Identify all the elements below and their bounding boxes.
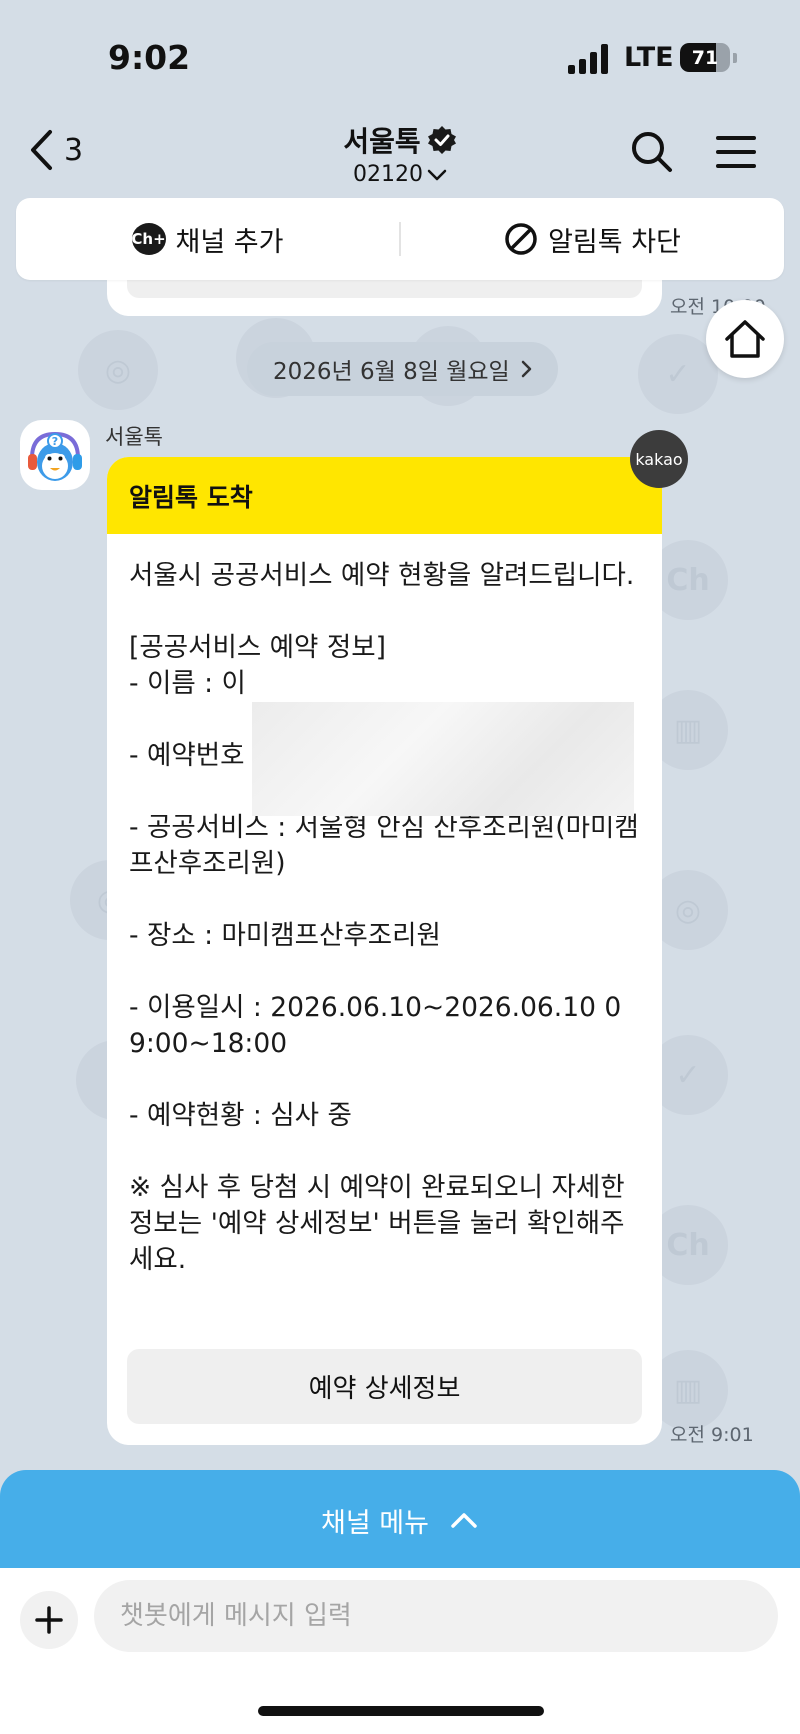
reservation-detail-label: 예약 상세정보 [308,1374,461,1404]
menu-button[interactable] [712,128,760,176]
svg-text:?: ? [52,435,58,448]
block-alimtalk-label: 알림톡 차단 [548,226,681,258]
seoul-mascot-icon: ? [28,431,82,481]
chat-header: 3 서울톡 02120 [0,110,800,190]
channel-add-icon: Ch+ [131,223,166,255]
channel-id: 02120 [353,162,423,187]
verified-badge-icon [427,126,456,154]
unread-count: 3 [64,132,84,168]
date-label: 2026년 6월 8일 월요일 [273,359,510,385]
status-time: 9:02 [108,38,191,77]
back-button[interactable]: 3 [28,124,83,176]
add-channel-label: 채널 추가 [175,226,284,258]
message-header-label: 알림톡 도착 [129,482,253,512]
chevron-left-icon [31,130,52,170]
battery-level: 71 [691,46,719,69]
block-alimtalk-button[interactable]: 알림톡 차단 [401,198,784,280]
attach-button[interactable] [20,1591,78,1649]
home-icon [725,320,765,358]
home-indicator [258,1706,544,1716]
signal-icon [568,44,610,74]
add-channel-button[interactable]: Ch+ 채널 추가 [16,198,399,280]
date-divider[interactable]: 2026년 6월 8일 월요일 [247,342,558,396]
redacted-region [252,702,634,816]
message-time: 오전 9:01 [670,1424,754,1446]
channel-menu-label: 채널 메뉴 [321,1507,429,1539]
battery-icon: 71 [680,43,730,72]
chevron-down-icon [427,169,447,180]
message-header: 알림톡 도착 [107,457,662,534]
battery-tip [733,53,737,63]
plus-icon [35,1606,63,1634]
home-button[interactable] [706,300,784,378]
channel-id-dropdown[interactable]: 02120 [353,162,447,187]
avatar[interactable]: ? [20,420,90,490]
sender-name: 서울톡 [105,425,163,449]
chevron-up-icon [451,1513,477,1528]
ch-icon-text: Ch+ [131,223,166,255]
alimtalk-message-card: 알림톡 도착 서울시 공공서비스 예약 현황을 알려드립니다. [공공서비스 예… [107,457,662,1445]
chevron-right-icon [521,360,531,378]
search-button[interactable] [628,128,676,176]
channel-action-bar: Ch+ 채널 추가 알림톡 차단 [16,198,784,280]
reservation-detail-button[interactable]: 예약 상세정보 [127,1349,642,1424]
block-icon [505,223,537,255]
kakao-badge-label: kakao [635,449,683,469]
network-type: LTE [624,42,674,73]
message-body: 서울시 공공서비스 예약 현황을 알려드립니다. [공공서비스 예약 정보] -… [129,560,639,1275]
message-input[interactable] [94,1580,778,1652]
hamburger-menu-icon [716,136,756,168]
status-bar: 9:02 LTE 71 [0,0,800,110]
channel-menu-button[interactable]: 채널 메뉴 [0,1470,800,1570]
chat-title: 서울톡 [343,125,421,158]
kakao-badge: kakao [630,430,688,488]
search-icon [632,132,672,172]
